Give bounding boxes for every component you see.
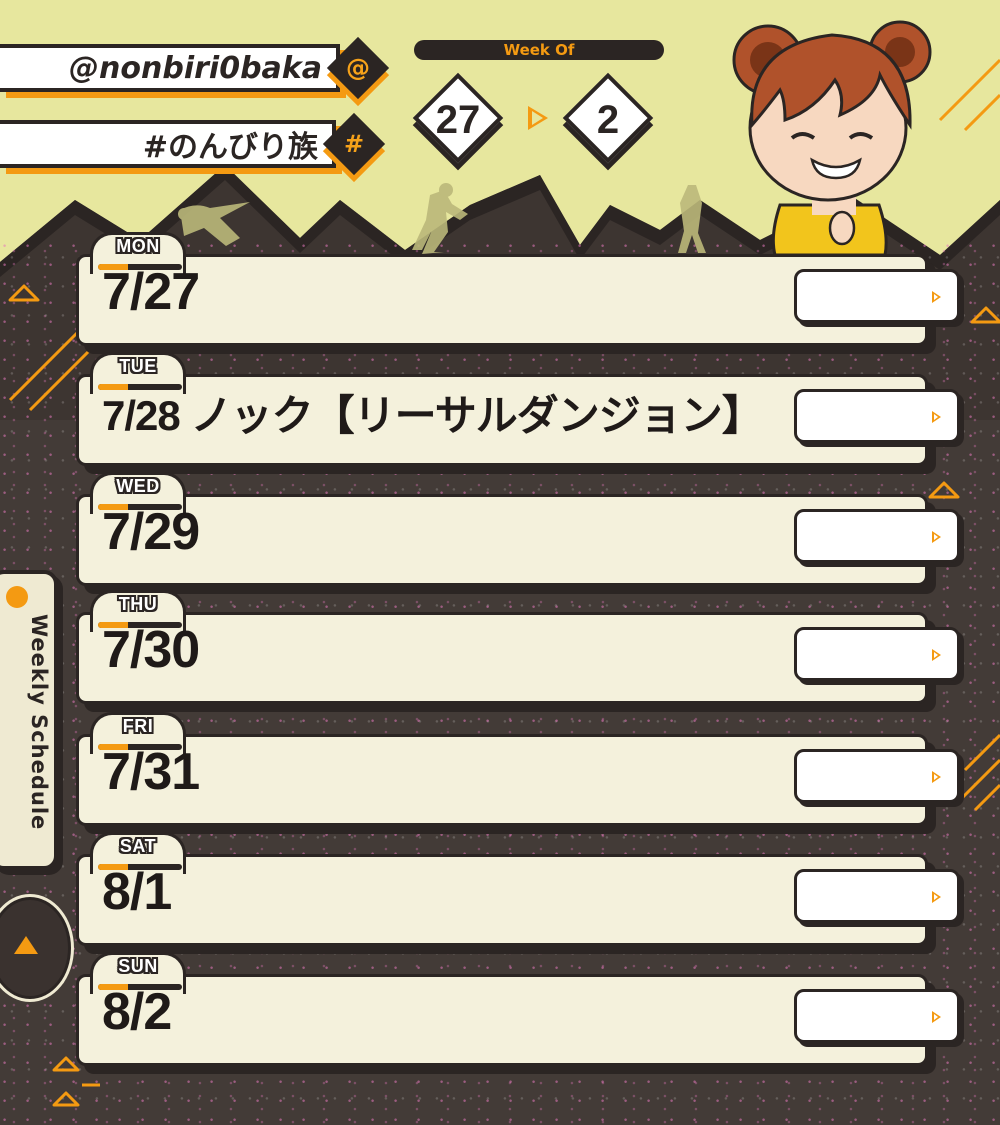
- day-label: SAT: [119, 836, 157, 856]
- hashtag-tag: #のんびり族: [0, 120, 336, 168]
- day-schedule-text: 7/29: [102, 503, 200, 561]
- day-label: THU: [118, 594, 158, 614]
- day-row-sun: SUN 8/2: [76, 952, 960, 1066]
- day-row-fri: FRI 7/31: [76, 712, 960, 826]
- day-schedule-text: 7/28 ノック【リーサルダンジョン】: [102, 392, 764, 439]
- day-label: TUE: [119, 356, 157, 376]
- day-time-box[interactable]: [794, 269, 960, 323]
- day-label: FRI: [122, 716, 154, 736]
- day-time-box[interactable]: [794, 869, 960, 923]
- weekly-schedule-label: Weekly Schedule: [27, 614, 51, 831]
- week-end-number: 2: [596, 97, 620, 142]
- hash-icon: #: [322, 112, 386, 176]
- weekly-schedule-side-tab[interactable]: Weekly Schedule: [0, 570, 58, 870]
- day-time-box[interactable]: [794, 389, 960, 443]
- day-schedule-text: 8/1: [102, 863, 172, 921]
- day-label: WED: [116, 476, 160, 496]
- twitter-handle-text: @nonbiri0baka: [69, 50, 322, 86]
- hashtag-text: #のんびり族: [142, 130, 318, 165]
- day-schedule-text: 7/30: [102, 621, 200, 679]
- day-label: MON: [116, 236, 160, 256]
- day-schedule-text: 7/27: [102, 263, 200, 321]
- twitter-handle-tag: @nonbiri0baka: [0, 44, 340, 92]
- day-time-box[interactable]: [794, 749, 960, 803]
- day-time-box[interactable]: [794, 509, 960, 563]
- side-tab-dot-icon: [6, 586, 28, 608]
- week-start-number: 27: [435, 97, 481, 142]
- day-schedule-text: 7/31: [102, 743, 200, 801]
- day-time-box[interactable]: [794, 989, 960, 1043]
- day-time-box[interactable]: [794, 627, 960, 681]
- day-schedule-text: 8/2: [102, 983, 172, 1041]
- day-row-tue: TUE 7/28 ノック【リーサルダンジョン】: [76, 352, 960, 466]
- arrow-right-icon: [528, 106, 548, 130]
- week-of-label: Week Of: [414, 40, 664, 60]
- day-row-sat: SAT 8/1: [76, 832, 960, 946]
- day-row-mon: MON 7/27: [76, 232, 960, 346]
- at-sign-icon: @: [326, 36, 390, 100]
- day-row-wed: WED 7/29: [76, 472, 960, 586]
- day-row-thu: THU 7/30: [76, 590, 960, 704]
- day-label: SUN: [118, 956, 158, 976]
